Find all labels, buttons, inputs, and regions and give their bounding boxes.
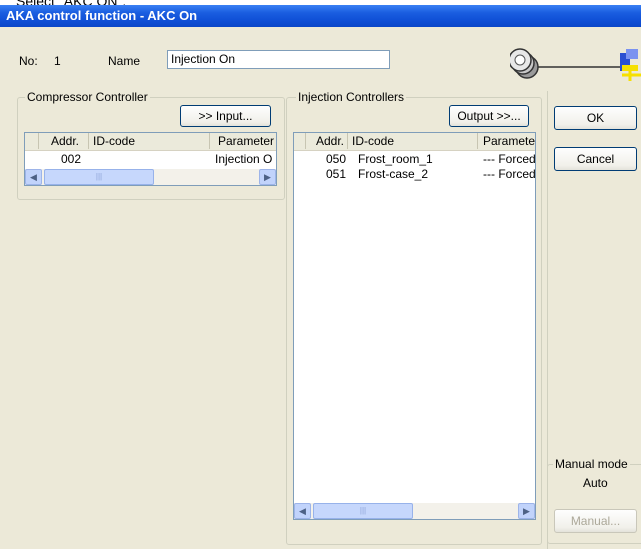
- column-id-code[interactable]: ID-code: [348, 133, 478, 149]
- table-row[interactable]: 050 Frost_room_1 --- Forced: [294, 152, 535, 167]
- no-label: No:: [19, 54, 38, 68]
- cancel-button[interactable]: Cancel: [554, 147, 637, 171]
- table-row[interactable]: 002 Injection O: [25, 152, 276, 167]
- manual-mode-label: Manual mode: [553, 457, 630, 471]
- column-blank[interactable]: [25, 133, 39, 149]
- scroll-left-icon[interactable]: ◀: [294, 503, 311, 519]
- row-parameter: Injection O: [215, 152, 273, 166]
- column-addr[interactable]: Addr.: [39, 133, 89, 149]
- compressor-group-label: Compressor Controller: [25, 90, 150, 104]
- row-addr: 050: [326, 152, 347, 166]
- column-parameter[interactable]: Paramete: [478, 133, 535, 149]
- output-button[interactable]: Output >>...: [449, 105, 529, 127]
- manual-mode-value: Auto: [583, 476, 608, 490]
- ok-button[interactable]: OK: [554, 106, 637, 130]
- input-button[interactable]: >> Input...: [180, 105, 271, 127]
- dialog-window: AKA control function - AKC On No: 1 Name…: [0, 5, 641, 549]
- injection-list-header: Addr. ID-code Paramete: [294, 133, 535, 151]
- scroll-right-icon[interactable]: ▶: [518, 503, 535, 519]
- network-connection-icon: [510, 48, 641, 81]
- name-field[interactable]: Injection On: [167, 50, 390, 69]
- injection-list[interactable]: Addr. ID-code Paramete 050 Frost_room_1 …: [293, 132, 536, 520]
- column-parameter[interactable]: Parameter: [210, 133, 276, 149]
- row-addr: 002: [61, 152, 82, 166]
- scroll-thumb[interactable]: |||: [44, 169, 154, 185]
- row-id-code: Frost_room_1: [358, 152, 433, 166]
- scroll-right-icon[interactable]: ▶: [259, 169, 276, 185]
- scroll-left-icon[interactable]: ◀: [25, 169, 42, 185]
- name-label: Name: [108, 54, 141, 68]
- table-row[interactable]: 051 Frost-case_2 --- Forced: [294, 167, 535, 182]
- column-id-code[interactable]: ID-code: [89, 133, 210, 149]
- scroll-thumb[interactable]: |||: [313, 503, 413, 519]
- row-parameter: --- Forced: [483, 152, 535, 166]
- window-title: AKA control function - AKC On: [6, 8, 198, 23]
- horizontal-scrollbar[interactable]: ◀ ||| ▶: [25, 169, 276, 185]
- column-addr[interactable]: Addr.: [306, 133, 348, 149]
- manual-button[interactable]: Manual...: [554, 509, 637, 533]
- column-blank[interactable]: [294, 133, 306, 149]
- injection-group-label: Injection Controllers: [296, 90, 407, 104]
- no-value: 1: [54, 54, 61, 68]
- row-id-code: Frost-case_2: [358, 167, 429, 181]
- horizontal-scrollbar[interactable]: ◀ ||| ▶: [294, 503, 535, 519]
- title-bar[interactable]: AKA control function - AKC On: [0, 5, 641, 27]
- compressor-list-header: Addr. ID-code Parameter: [25, 133, 276, 151]
- compressor-list[interactable]: Addr. ID-code Parameter 002 Injection O …: [24, 132, 277, 186]
- row-parameter: --- Forced: [483, 167, 535, 181]
- row-addr: 051: [326, 167, 347, 181]
